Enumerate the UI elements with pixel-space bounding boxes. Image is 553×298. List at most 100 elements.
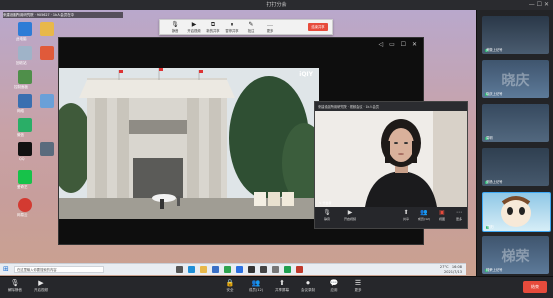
more-button[interactable]: ☰ 更多 (346, 279, 370, 293)
folder-icon[interactable] (40, 22, 54, 36)
mini-view-label: 视图 (438, 217, 445, 221)
mini-mute-label: 静音 (323, 217, 330, 221)
meeting-app-icon[interactable] (236, 266, 243, 273)
start-video-label: 开启视频 (34, 288, 48, 292)
mute-button[interactable]: 🎙 静音 (168, 21, 182, 33)
unmute-button[interactable]: 🎙 解除静音 (3, 279, 27, 293)
mini-video-label: 开启视频 (343, 217, 356, 221)
menu-icon: ☰ (354, 279, 362, 287)
share-screen-button[interactable]: ⬆ 共享屏幕 (270, 279, 294, 293)
more-button[interactable]: … 更多 (263, 21, 277, 33)
more-icon: … (267, 21, 273, 28)
start-video-button[interactable]: ▶ 开启视频 (29, 279, 53, 293)
mini-video-button[interactable]: ▶ 开启视频 (341, 209, 359, 221)
video-window-controls[interactable]: ◁ ▭ ☐ ✕ (379, 41, 419, 48)
qq-icon[interactable] (18, 142, 32, 156)
mini-members-button[interactable]: 👥 成员(12) (415, 209, 433, 221)
record-button[interactable]: ⏺ 会议录制 (296, 279, 320, 293)
desktop-icon-label: 网易云 (17, 213, 28, 217)
participant-portrait-image (315, 111, 467, 207)
app-icon[interactable] (260, 266, 267, 273)
tray-date: 2021/7/13 (444, 269, 462, 274)
share-screen-label: 共享屏幕 (275, 288, 289, 292)
camera-icon: ▶ (347, 209, 353, 216)
computer-icon[interactable] (18, 22, 32, 36)
app-icon[interactable] (40, 94, 54, 108)
weather-text: 27°C (439, 265, 449, 269)
apps-label: 应用 (330, 288, 338, 292)
pen-icon: ✎ (248, 21, 254, 28)
members-button[interactable]: 👥 成员(12) (244, 279, 268, 293)
recycle-bin-icon[interactable] (18, 46, 32, 60)
participant-video[interactable]: ✎ 代会者 (315, 111, 467, 207)
apps-button[interactable]: 💬 应用 (322, 279, 346, 293)
share-icon: ⧉ (210, 21, 216, 28)
app-icon[interactable] (272, 266, 279, 273)
player-icon[interactable] (248, 266, 255, 273)
network-icon[interactable] (18, 94, 32, 108)
mini-share-label: 共享 (402, 217, 409, 221)
app-icon[interactable] (296, 266, 303, 273)
app-icon[interactable] (284, 266, 291, 273)
participant-thumbnail[interactable]: 黄徽上记号 (482, 16, 549, 54)
more-label: 更多 (266, 29, 274, 33)
wechat-icon[interactable] (18, 118, 32, 132)
more-label: 更多 (354, 288, 362, 292)
participant-name: 晓庆上记号 (486, 92, 503, 96)
security-button[interactable]: 🔒 安全 (218, 279, 242, 293)
mic-icon: 🎙 (323, 209, 331, 216)
participant-sidebar: 黄徽上记号 晓庆 晓庆上记号 易明 张杨上记号 张阳 梯荣 梯荣上记号 (476, 10, 553, 276)
desktop-icon-label: QQ (19, 157, 25, 161)
video-frame[interactable]: iQIY (59, 68, 319, 219)
app-icon[interactable] (40, 142, 54, 156)
mini-window-title: 来建设副所用研究院 · 视频会议 · 1k人会员 (318, 105, 379, 109)
taskbar-search-input[interactable]: 在这里输入你要搜索的内容 (14, 266, 104, 273)
mini-mute-button[interactable]: 🎙 静音 (318, 209, 336, 221)
end-meeting-button[interactable]: 结束 (523, 281, 547, 293)
iqiyi-icon[interactable] (18, 170, 32, 184)
desktop-icon-label: 控制面板 (14, 85, 28, 89)
windows-start-icon[interactable]: ⊞ (3, 265, 9, 273)
participant-thumbnail[interactable]: 张杨上记号 (482, 148, 549, 186)
unmute-label: 解除静音 (8, 288, 22, 292)
taskview-icon[interactable] (176, 266, 183, 273)
share-icon: ⬆ (403, 209, 409, 216)
members-label: 成员(12) (248, 288, 264, 292)
chat-icon: 💬 (329, 279, 339, 287)
control-panel-icon[interactable] (18, 70, 32, 84)
explorer-icon[interactable] (200, 266, 207, 273)
mini-share-button[interactable]: ⬆ 共享 (397, 209, 415, 221)
window-title: 打打分会 (266, 2, 287, 8)
chrome-icon[interactable] (224, 266, 231, 273)
stop-share-button[interactable]: 结束共享 (308, 23, 328, 31)
mini-view-button[interactable]: ▣ 视图 (433, 209, 451, 221)
window-controls[interactable]: — ☐ ✕ (529, 1, 549, 8)
participant-name: 易明 (486, 136, 493, 140)
building-scene-image (59, 68, 319, 219)
participant-thumbnail[interactable]: 梯荣 梯荣上记号 (482, 236, 549, 274)
pause-share-button[interactable]: ⏸ 暂停共享 (225, 21, 239, 33)
participant-thumbnail[interactable]: 张阳 (482, 192, 551, 232)
mini-window-toolbar: 🎙 静音 ▶ 开启视频 ⬆ 共享 👥 成员(12) ▣ 视图 ⋯ 更多 (315, 207, 467, 228)
more-icon: ⋯ (456, 209, 462, 216)
pause-icon: ⏸ (230, 21, 234, 28)
share-icon: ⬆ (279, 279, 285, 287)
netease-music-icon[interactable] (18, 198, 32, 212)
participant-thumbnail[interactable]: 易明 (482, 104, 549, 142)
pause-share-label: 暂停共享 (225, 29, 239, 33)
new-share-button[interactable]: ⧉ 新的共享 (206, 21, 220, 33)
participant-thumbnail[interactable]: 晓庆 晓庆上记号 (482, 60, 549, 98)
edge-icon[interactable] (188, 266, 195, 273)
store-icon[interactable] (212, 266, 219, 273)
mini-window-header[interactable]: 来建设副所用研究院 · 视频会议 · 1k人会员 (315, 102, 467, 111)
participant-name: 梯荣上记号 (486, 268, 503, 272)
system-tray[interactable]: 27°C 16:08 2021/7/13 (440, 265, 462, 274)
mini-more-button[interactable]: ⋯ 更多 (450, 209, 468, 221)
mic-icon: 🎙 (171, 21, 179, 28)
video-button[interactable]: ▶ 开启视频 (187, 21, 201, 33)
document-icon[interactable] (40, 46, 54, 60)
iqiyi-logo: iQIY (299, 71, 313, 78)
annotate-button[interactable]: ✎ 批注 (244, 21, 258, 33)
desktop-icon-label: 此电脑 (16, 37, 27, 41)
mic-off-icon: 🎙 (10, 279, 20, 287)
